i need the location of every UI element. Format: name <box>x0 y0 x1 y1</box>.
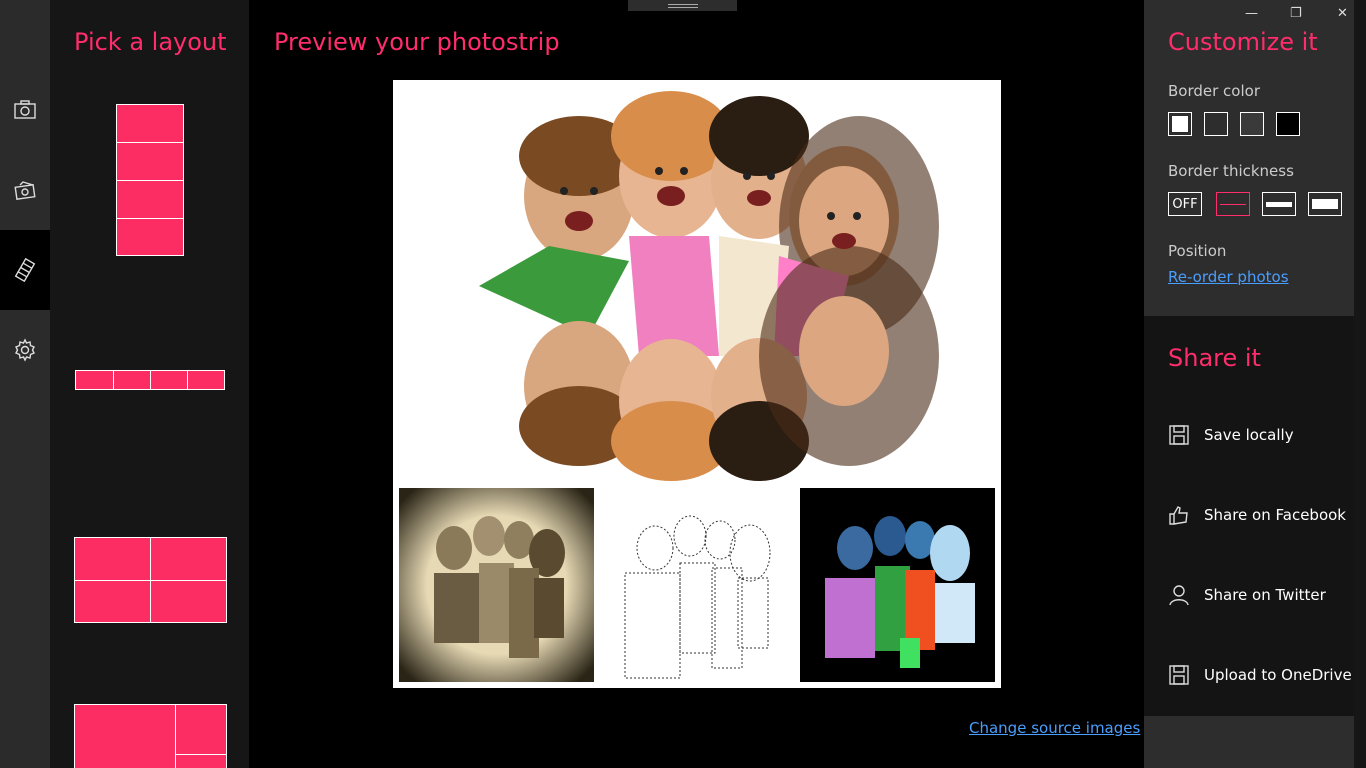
thickness-thick[interactable] <box>1308 192 1342 216</box>
nav-filmstrip[interactable] <box>0 230 50 310</box>
nav-photos[interactable] <box>0 150 50 230</box>
share-facebook-label: Share on Facebook <box>1204 506 1346 524</box>
gear-icon <box>15 338 35 362</box>
border-color-label: Border color <box>1168 82 1260 100</box>
layout-horizontal-4[interactable] <box>75 370 225 390</box>
filmstrip-icon <box>14 258 36 282</box>
layout-grid-2x2[interactable] <box>74 537 227 623</box>
person-icon <box>1169 585 1189 606</box>
save-icon <box>1169 665 1189 685</box>
share-twitter-label: Share on Twitter <box>1204 586 1326 604</box>
photostrip-preview <box>393 80 1001 688</box>
minimize-button[interactable]: — <box>1245 6 1258 21</box>
preview-heading: Preview your photostrip <box>274 28 560 56</box>
save-locally-button[interactable]: Save locally <box>1168 424 1294 446</box>
layout-big-plus-small[interactable] <box>74 704 227 768</box>
app-nav-bar <box>0 0 50 768</box>
drag-handle[interactable] <box>628 0 737 11</box>
layout-heading: Pick a layout <box>74 28 227 56</box>
change-source-images-link[interactable]: Change source images <box>969 719 1140 737</box>
thickness-off[interactable]: OFF <box>1168 192 1202 216</box>
main-photo <box>399 86 995 484</box>
thickness-thin[interactable] <box>1216 192 1250 216</box>
close-button[interactable]: ✕ <box>1337 6 1348 21</box>
border-thickness-label: Border thickness <box>1168 162 1294 180</box>
border-color-dark-gray[interactable] <box>1204 112 1228 136</box>
share-twitter-button[interactable]: Share on Twitter <box>1168 584 1326 606</box>
thumbs-up-icon <box>1169 506 1188 525</box>
customize-heading: Customize it <box>1168 28 1318 56</box>
upload-onedrive-label: Upload to OneDrive <box>1204 666 1352 684</box>
customize-panel: — ❐ ✕ Customize it Border color Border t… <box>1144 0 1354 316</box>
layout-picker: Pick a layout <box>50 0 249 768</box>
save-locally-label: Save locally <box>1204 426 1294 444</box>
share-panel: Share it Save locally Share on Facebook … <box>1144 316 1354 716</box>
upload-onedrive-button[interactable]: Upload to OneDrive <box>1168 664 1352 686</box>
position-label: Position <box>1168 242 1227 260</box>
restore-button[interactable]: ❐ <box>1290 6 1302 21</box>
layout-vertical-4[interactable] <box>116 104 184 256</box>
nav-settings[interactable] <box>0 310 50 390</box>
sepia-photo <box>399 488 594 682</box>
camera-icon <box>14 100 36 119</box>
save-icon <box>1169 425 1189 445</box>
negative-photo <box>800 488 995 682</box>
nav-camera[interactable] <box>0 70 50 150</box>
sketch-photo <box>600 488 795 682</box>
scrollbar[interactable] <box>1354 0 1366 768</box>
border-color-gray[interactable] <box>1240 112 1264 136</box>
photos-icon <box>14 181 36 200</box>
border-color-black[interactable] <box>1276 112 1300 136</box>
border-color-white[interactable] <box>1168 112 1192 136</box>
reorder-photos-link[interactable]: Re-order photos <box>1168 268 1289 286</box>
thickness-medium[interactable] <box>1262 192 1296 216</box>
panel-footer <box>1144 716 1354 768</box>
share-heading: Share it <box>1168 344 1261 372</box>
share-facebook-button[interactable]: Share on Facebook <box>1168 504 1346 526</box>
